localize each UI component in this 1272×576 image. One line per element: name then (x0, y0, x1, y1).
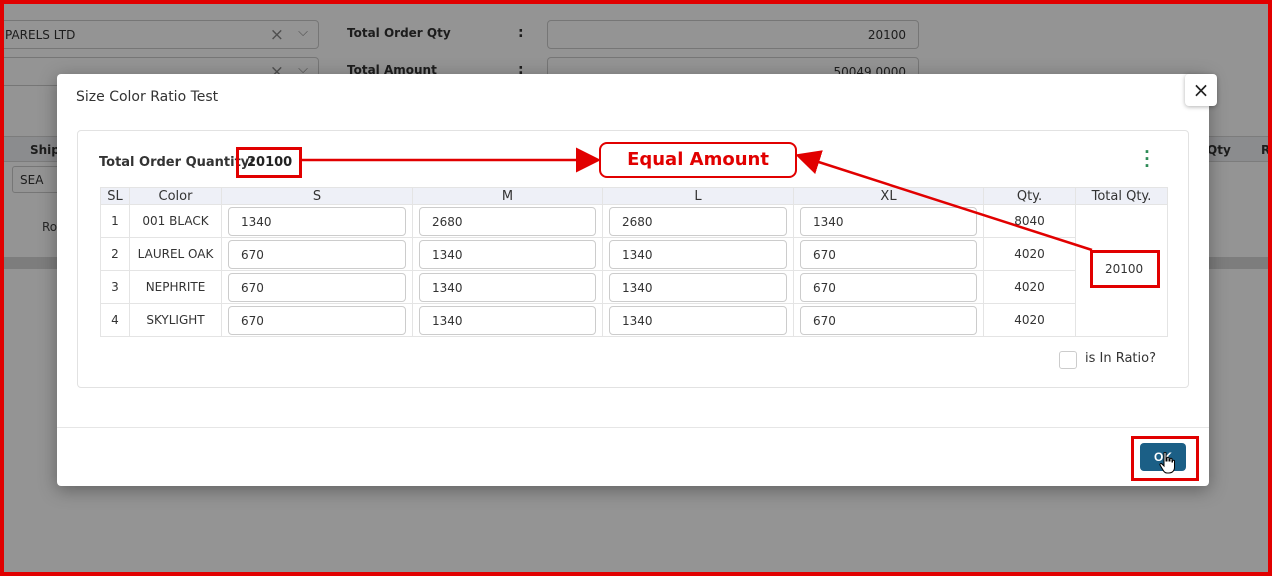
sl-cell: 4 (100, 303, 130, 337)
column-header-qty: Qty. (983, 187, 1076, 205)
column-header-s: S (221, 187, 413, 205)
hand-cursor-icon (1159, 452, 1175, 474)
size-s-input[interactable]: 670 (228, 272, 406, 302)
column-header-m: M (412, 187, 603, 205)
size-color-ratio-modal: Size Color Ratio Test × Total Order Quan… (57, 74, 1217, 486)
size-m-input[interactable]: 1340 (419, 305, 596, 335)
size-xl-input[interactable]: 670 (800, 272, 977, 302)
size-s-input[interactable]: 670 (228, 305, 406, 335)
total-order-quantity-value: 20100 (247, 155, 293, 170)
table-row: 1 001 BLACK 1340 2680 2680 1340 8040 (100, 204, 1168, 337)
more-options-icon[interactable]: · · · (1142, 145, 1152, 174)
size-xl-input[interactable]: 670 (800, 239, 977, 269)
table-row: 4 SKYLIGHT 670 1340 1340 670 4020 (100, 303, 1168, 337)
row-qty-cell: 4020 (983, 237, 1076, 271)
color-cell: SKYLIGHT (129, 303, 222, 337)
column-header-total-qty: Total Qty. (1075, 187, 1168, 205)
table-row: 3 NEPHRITE 670 1340 1340 670 4020 (100, 270, 1168, 304)
sl-cell: 1 (100, 204, 130, 238)
size-s-input[interactable]: 1340 (228, 206, 406, 236)
column-header-color: Color (129, 187, 222, 205)
column-header-xl: XL (793, 187, 984, 205)
is-in-ratio-checkbox[interactable] (1059, 351, 1077, 369)
table-header-row: SL Color S M L XL Qty. Total Qty. (100, 187, 1168, 205)
footer-divider (57, 427, 1209, 428)
color-cell: LAUREL OAK (129, 237, 222, 271)
color-cell: NEPHRITE (129, 270, 222, 304)
row-qty-cell: 4020 (983, 270, 1076, 304)
total-order-quantity-label: Total Order Quantity: (99, 155, 255, 170)
size-s-input[interactable]: 670 (228, 239, 406, 269)
size-m-input[interactable]: 2680 (419, 206, 596, 236)
is-in-ratio-label: is In Ratio? (1085, 351, 1156, 366)
size-l-input[interactable]: 1340 (609, 239, 787, 269)
size-l-input[interactable]: 1340 (609, 305, 787, 335)
column-header-sl: SL (100, 187, 130, 205)
row-qty-cell: 4020 (983, 303, 1076, 337)
sl-cell: 3 (100, 270, 130, 304)
total-qty-value: 20100 (1105, 262, 1144, 276)
column-header-l: L (602, 187, 794, 205)
equal-amount-callout: Equal Amount (599, 142, 797, 178)
sl-cell: 2 (100, 237, 130, 271)
size-m-input[interactable]: 1340 (419, 272, 596, 302)
close-icon[interactable]: × (1185, 74, 1217, 106)
size-m-input[interactable]: 1340 (419, 239, 596, 269)
table-row: 2 LAUREL OAK 670 1340 1340 670 4020 (100, 237, 1168, 271)
size-color-table: SL Color S M L XL Qty. Total Qty. 1 001 … (100, 187, 1168, 337)
size-xl-input[interactable]: 1340 (800, 206, 977, 236)
modal-title: Size Color Ratio Test (76, 89, 219, 105)
size-xl-input[interactable]: 670 (800, 305, 977, 335)
row-qty-cell: 8040 (983, 204, 1076, 238)
color-cell: 001 BLACK (129, 204, 222, 238)
size-l-input[interactable]: 1340 (609, 272, 787, 302)
size-l-input[interactable]: 2680 (609, 206, 787, 236)
